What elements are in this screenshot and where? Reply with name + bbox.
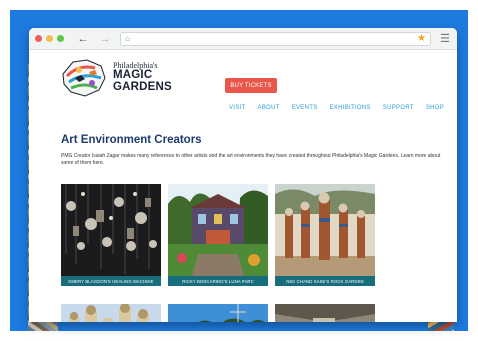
healing-machine-photo <box>61 184 161 276</box>
card-luna-parc[interactable]: RICKY BOSCARINO'S LUNA PARC <box>168 184 268 286</box>
bookmark-star-icon[interactable]: ★ <box>417 33 426 44</box>
nav-link-events[interactable]: EVENTS <box>292 105 318 111</box>
brand-line-gardens: GARDENS <box>113 80 172 93</box>
rock-garden-photo <box>275 184 375 276</box>
browser-toolbar: ← → ⌂ ★ ☰ <box>29 28 457 50</box>
intro-paragraph: PMG Creator Isaiah Zagar makes many refe… <box>61 153 441 166</box>
nav-link-support[interactable]: SUPPORT <box>383 105 414 111</box>
nav-link-exhibitions[interactable]: EXHIBITIONS <box>330 105 371 111</box>
home-icon: ⌂ <box>125 34 130 43</box>
address-bar[interactable]: ⌂ ★ <box>120 31 431 46</box>
main-navigation: VISIT ABOUT EVENTS EXHIBITIONS SUPPORT S… <box>229 105 456 111</box>
buy-tickets-button[interactable]: BUY TICKETS <box>225 78 277 93</box>
browser-window: ← → ⌂ ★ ☰ Philadelphia's MAGIC GARDENS B… <box>29 28 457 322</box>
nav-link-about[interactable]: ABOUT <box>258 105 280 111</box>
back-arrow-icon[interactable]: ← <box>76 33 90 45</box>
website-page: Philadelphia's MAGIC GARDENS BUY TICKETS… <box>29 50 457 322</box>
card-rock-garden[interactable]: NEK CHAND SAINI'S ROCK GARDEN <box>275 184 375 286</box>
row2-photo-3 <box>275 304 375 322</box>
nav-link-shop[interactable]: SHOP <box>426 105 444 111</box>
brand-wordmark[interactable]: Philadelphia's MAGIC GARDENS <box>113 62 172 93</box>
row2-photo-1 <box>61 304 161 322</box>
card-healing-machine[interactable]: EMERY BLAGDON'S HEALING MACHINE <box>61 184 161 286</box>
luna-parc-photo <box>168 184 268 276</box>
forward-arrow-icon[interactable]: → <box>98 33 112 45</box>
page-title: Art Environment Creators <box>61 134 202 146</box>
nav-link-visit[interactable]: VISIT <box>229 105 246 111</box>
card-row2-2[interactable] <box>168 304 268 322</box>
card-row2-3[interactable] <box>275 304 375 322</box>
close-window-dot[interactable] <box>35 35 42 42</box>
minimize-window-dot[interactable] <box>46 35 53 42</box>
brand-line-magic: MAGIC <box>113 69 153 81</box>
magic-gardens-logo-icon[interactable] <box>59 56 109 100</box>
card-row2-1[interactable] <box>61 304 161 322</box>
row2-photo-2 <box>168 304 268 322</box>
card-caption[interactable]: RICKY BOSCARINO'S LUNA PARC <box>168 276 268 286</box>
maximize-window-dot[interactable] <box>57 35 64 42</box>
card-caption[interactable]: EMERY BLAGDON'S HEALING MACHINE <box>61 276 161 286</box>
card-caption[interactable]: NEK CHAND SAINI'S ROCK GARDEN <box>275 276 375 286</box>
browser-menu-icon[interactable]: ☰ <box>439 32 451 45</box>
